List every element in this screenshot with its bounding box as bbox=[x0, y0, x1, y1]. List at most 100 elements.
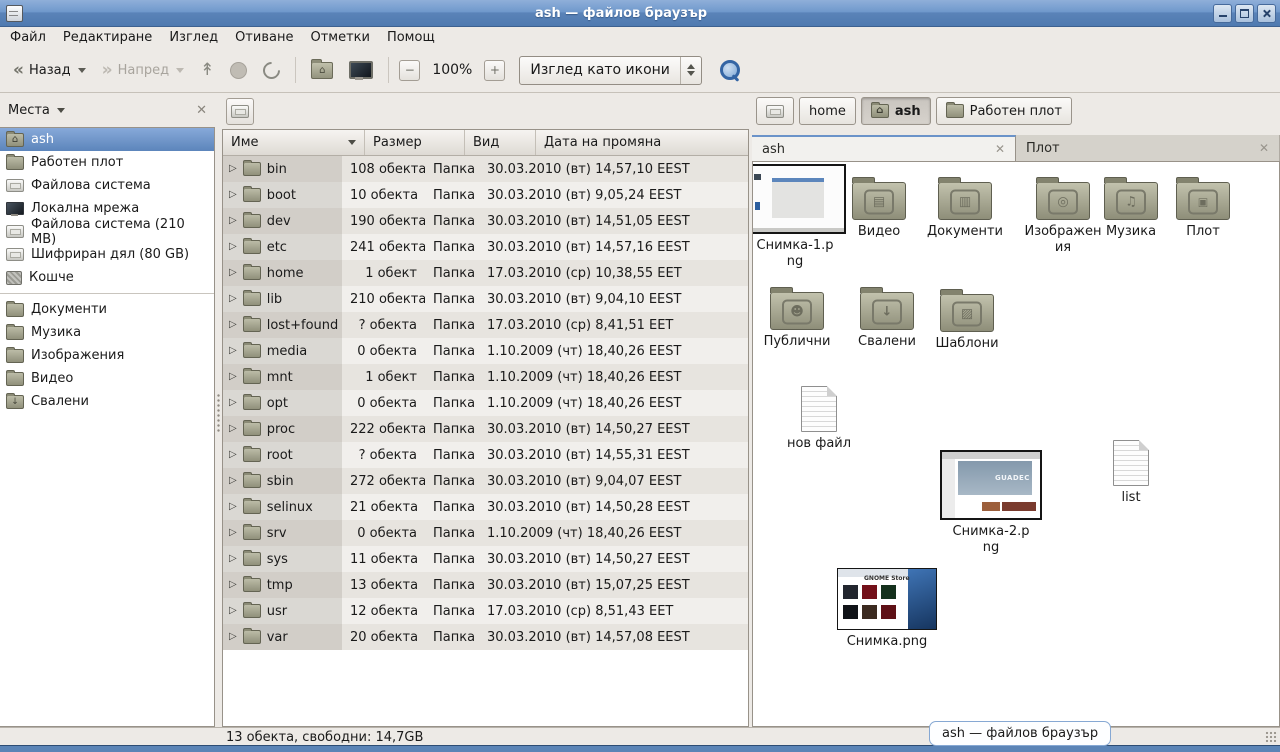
menu-item[interactable]: Изглед bbox=[169, 30, 218, 45]
file-icon-item[interactable]: Снимка-1.png bbox=[753, 162, 837, 271]
sidebar-item[interactable]: Документи bbox=[0, 298, 214, 321]
table-row[interactable]: ▷ bin 108 обекта Папка 30.03.2010 (вт) 1… bbox=[223, 156, 748, 182]
path-button[interactable]: ash bbox=[861, 97, 931, 125]
expander-icon[interactable]: ▷ bbox=[229, 554, 237, 564]
tab-close-icon[interactable]: ✕ bbox=[1259, 141, 1269, 155]
table-row[interactable]: ▷ var 20 обекта Папка 30.03.2010 (вт) 14… bbox=[223, 624, 748, 650]
forward-history-dropdown-icon[interactable] bbox=[176, 68, 184, 73]
forward-button[interactable]: » Напред bbox=[97, 55, 189, 85]
computer-button[interactable] bbox=[344, 55, 378, 85]
expander-icon[interactable]: ▷ bbox=[229, 528, 237, 538]
table-row[interactable]: ▷ sbin 272 обекта Папка 30.03.2010 (вт) … bbox=[223, 468, 748, 494]
table-row[interactable]: ▷ mnt 1 обект Папка 1.10.2009 (чт) 18,40… bbox=[223, 364, 748, 390]
file-icon-item[interactable]: Документи bbox=[923, 174, 1007, 240]
expander-icon[interactable]: ▷ bbox=[229, 242, 237, 252]
path-button[interactable] bbox=[756, 97, 794, 125]
table-row[interactable]: ▷ etc 241 обекта Папка 30.03.2010 (вт) 1… bbox=[223, 234, 748, 260]
icon-view[interactable]: Видео Документи Изображения bbox=[752, 161, 1280, 727]
titlebar[interactable]: ash — файлов браузър bbox=[0, 0, 1280, 27]
expander-icon[interactable]: ▷ bbox=[229, 476, 237, 486]
maximize-button[interactable] bbox=[1235, 4, 1254, 23]
reload-button[interactable] bbox=[258, 55, 285, 85]
expander-icon[interactable]: ▷ bbox=[229, 268, 237, 278]
sidebar-item[interactable]: Работен плот bbox=[0, 151, 214, 174]
column-header-size[interactable]: Размер bbox=[365, 130, 465, 155]
zoom-in-button[interactable]: + bbox=[484, 60, 505, 81]
sidebar-item[interactable]: Шифриран дял (80 GB) bbox=[0, 243, 214, 266]
pane-splitter[interactable] bbox=[215, 93, 222, 727]
table-row[interactable]: ▷ srv 0 обекта Папка 1.10.2009 (чт) 18,4… bbox=[223, 520, 748, 546]
table-row[interactable]: ▷ lib 210 обекта Папка 30.03.2010 (вт) 9… bbox=[223, 286, 748, 312]
column-header-modified[interactable]: Дата на промяна bbox=[536, 130, 748, 155]
sidebar-mode-dropdown-icon[interactable] bbox=[57, 108, 65, 113]
expander-icon[interactable]: ▷ bbox=[229, 216, 237, 226]
table-row[interactable]: ▷ root ? обекта Папка 30.03.2010 (вт) 14… bbox=[223, 442, 748, 468]
tab[interactable]: Плот ✕ bbox=[1016, 135, 1280, 161]
column-header-name[interactable]: Име bbox=[223, 130, 365, 155]
file-icon-item[interactable]: Плот bbox=[1161, 174, 1245, 240]
taskbar-window-button[interactable]: ash — файлов браузър bbox=[929, 721, 1111, 746]
resize-grip[interactable] bbox=[1265, 731, 1278, 744]
expander-icon[interactable]: ▷ bbox=[229, 294, 237, 304]
column-header-type[interactable]: Вид bbox=[465, 130, 536, 155]
file-icon-item[interactable]: Шаблони bbox=[925, 286, 1009, 352]
expander-icon[interactable]: ▷ bbox=[229, 372, 237, 382]
stop-button[interactable] bbox=[225, 55, 252, 85]
expander-icon[interactable]: ▷ bbox=[229, 164, 237, 174]
table-row[interactable]: ▷ dev 190 обекта Папка 30.03.2010 (вт) 1… bbox=[223, 208, 748, 234]
menu-item[interactable]: Файл bbox=[10, 30, 46, 45]
menu-item[interactable]: Помощ bbox=[387, 30, 435, 45]
expander-icon[interactable]: ▷ bbox=[229, 580, 237, 590]
home-button[interactable]: ⌂ bbox=[306, 55, 338, 85]
up-button[interactable]: ↟ bbox=[195, 55, 219, 85]
file-icon-item[interactable]: Публични bbox=[755, 284, 839, 350]
table-row[interactable]: ▷ home 1 обект Папка 17.03.2010 (ср) 10,… bbox=[223, 260, 748, 286]
table-row[interactable]: ▷ tmp 13 обекта Папка 30.03.2010 (вт) 15… bbox=[223, 572, 748, 598]
tab[interactable]: ash ✕ bbox=[752, 135, 1016, 161]
file-icon-item[interactable]: Видео bbox=[837, 174, 921, 240]
sidebar-item[interactable]: Свалени bbox=[0, 390, 214, 413]
minimize-button[interactable] bbox=[1213, 4, 1232, 23]
back-history-dropdown-icon[interactable] bbox=[78, 68, 86, 73]
sidebar-close-icon[interactable]: ✕ bbox=[196, 103, 207, 118]
table-row[interactable]: ▷ usr 12 обекта Папка 17.03.2010 (ср) 8,… bbox=[223, 598, 748, 624]
table-row[interactable]: ▷ selinux 21 обекта Папка 30.03.2010 (вт… bbox=[223, 494, 748, 520]
expander-icon[interactable]: ▷ bbox=[229, 320, 237, 330]
view-mode-spinner-icon[interactable] bbox=[680, 57, 701, 84]
sidebar-item[interactable]: Музика bbox=[0, 321, 214, 344]
expander-icon[interactable]: ▷ bbox=[229, 606, 237, 616]
table-row[interactable]: ▷ boot 10 обекта Папка 30.03.2010 (вт) 9… bbox=[223, 182, 748, 208]
file-icon-item[interactable]: нов файл bbox=[767, 380, 871, 452]
table-row[interactable]: ▷ opt 0 обекта Папка 1.10.2009 (чт) 18,4… bbox=[223, 390, 748, 416]
expander-icon[interactable]: ▷ bbox=[229, 502, 237, 512]
search-button[interactable] bbox=[720, 60, 740, 80]
expander-icon[interactable]: ▷ bbox=[229, 632, 237, 642]
menu-item[interactable]: Отметки bbox=[310, 30, 369, 45]
back-button[interactable]: « Назад bbox=[8, 55, 91, 85]
sidebar-title[interactable]: Места bbox=[8, 103, 50, 118]
table-row[interactable]: ▷ sys 11 обекта Папка 30.03.2010 (вт) 14… bbox=[223, 546, 748, 572]
sidebar-item[interactable]: ash bbox=[0, 128, 214, 151]
file-icon-item[interactable]: Снимка-2.png bbox=[949, 448, 1033, 557]
file-icon-item[interactable]: Снимка.png bbox=[835, 566, 939, 650]
expander-icon[interactable]: ▷ bbox=[229, 190, 237, 200]
tab-close-icon[interactable]: ✕ bbox=[995, 142, 1005, 156]
filesystem-root-button[interactable] bbox=[226, 98, 254, 125]
sidebar-item[interactable]: Файлова система bbox=[0, 174, 214, 197]
table-row[interactable]: ▷ proc 222 обекта Папка 30.03.2010 (вт) … bbox=[223, 416, 748, 442]
zoom-out-button[interactable]: − bbox=[399, 60, 420, 81]
path-button[interactable]: home bbox=[799, 97, 856, 125]
expander-icon[interactable]: ▷ bbox=[229, 424, 237, 434]
table-row[interactable]: ▷ media 0 обекта Папка 1.10.2009 (чт) 18… bbox=[223, 338, 748, 364]
sidebar-item[interactable]: Кошче bbox=[0, 266, 214, 289]
sidebar-item[interactable]: Видео bbox=[0, 367, 214, 390]
sidebar-item[interactable]: Файлова система (210 MB) bbox=[0, 220, 214, 243]
expander-icon[interactable]: ▷ bbox=[229, 346, 237, 356]
file-icon-item[interactable]: Свалени bbox=[845, 284, 929, 350]
table-row[interactable]: ▷ lost+found ? обекта Папка 17.03.2010 (… bbox=[223, 312, 748, 338]
menu-item[interactable]: Отиване bbox=[235, 30, 293, 45]
path-button[interactable]: Работен плот bbox=[936, 97, 1072, 125]
file-icon-item[interactable]: list bbox=[1079, 434, 1183, 506]
menu-item[interactable]: Редактиране bbox=[63, 30, 152, 45]
close-button[interactable] bbox=[1257, 4, 1276, 23]
